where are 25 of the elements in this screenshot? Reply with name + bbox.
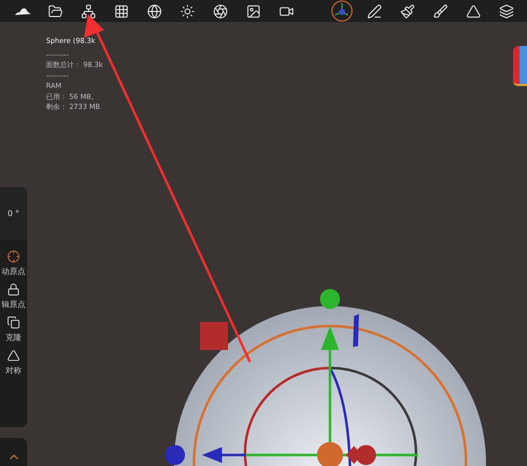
gizmo-icon <box>330 0 352 22</box>
tool-label: 动原点 <box>2 266 26 277</box>
grid-icon <box>114 4 129 18</box>
tool-label: 辑原点 <box>2 299 26 310</box>
lock-icon[interactable] <box>7 283 20 296</box>
crosshair-icon[interactable] <box>7 250 20 263</box>
sphere-icon <box>147 4 162 18</box>
tool-label: 克隆 <box>6 332 22 343</box>
copy-icon[interactable] <box>7 316 20 329</box>
paint-brush-icon <box>433 4 448 18</box>
folder-icon <box>48 4 63 18</box>
edge-tab[interactable] <box>513 46 527 86</box>
triangle-icon <box>466 4 481 18</box>
hat-icon <box>14 6 32 16</box>
image-icon <box>246 4 261 18</box>
triangle-icon[interactable] <box>7 349 20 362</box>
angle-text: 0 ° <box>8 209 20 218</box>
tool-label: 对称 <box>6 365 22 376</box>
node-graph-icon <box>81 4 96 18</box>
aperture-icon <box>213 4 228 18</box>
layers-icon <box>499 4 514 18</box>
brush-icon <box>400 4 415 18</box>
sun-icon <box>180 4 195 18</box>
angle-display[interactable]: 0 ° <box>0 187 27 240</box>
pen-icon <box>367 4 382 18</box>
